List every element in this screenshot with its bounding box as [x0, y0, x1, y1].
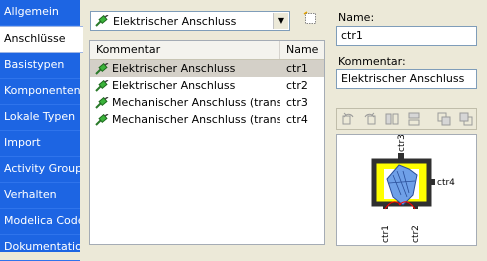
component-diagram: ctr3 ctr4 ctr1 ctr2 [371, 134, 455, 243]
comment-field[interactable]: Elektrischer Anschluss [336, 69, 477, 89]
sidebar-item-import[interactable]: Import [0, 131, 80, 157]
port-label-ctr1: ctr1 [381, 225, 391, 243]
sidebar-item-verhalten[interactable]: Verhalten [0, 183, 80, 209]
sidebar-nav: Allgemein Anschlüsse Basistypen Komponen… [0, 0, 83, 261]
rotate-right-icon[interactable] [362, 111, 378, 127]
component-preview: ctr3 ctr4 ctr1 ctr2 [336, 134, 477, 246]
port-ctr3[interactable] [398, 153, 404, 161]
new-item-icon [303, 11, 316, 24]
name-label: Name: [338, 11, 375, 24]
bring-front-icon[interactable] [436, 111, 452, 127]
connector-table: Kommentar Name Elektrischer Anschluss ct… [89, 40, 325, 245]
table-row[interactable]: Mechanischer Anschluss (transl... ctr3 [90, 94, 324, 111]
table-header: Kommentar Name [90, 41, 324, 60]
sidebar-item-komponenten[interactable]: Komponenten [0, 79, 80, 105]
column-header-kommentar[interactable]: Kommentar [90, 41, 280, 59]
port-label-ctr2: ctr2 [411, 225, 421, 243]
row-name: ctr1 [286, 62, 308, 75]
row-comment: Mechanischer Anschluss (transl... [112, 96, 280, 109]
sidebar-item-lokale-typen[interactable]: Lokale Typen [0, 105, 80, 131]
table-row[interactable]: Elektrischer Anschluss ctr2 [90, 77, 324, 94]
table-row[interactable]: Elektrischer Anschluss ctr1 [90, 60, 324, 77]
flip-horizontal-icon[interactable] [384, 111, 400, 127]
sidebar-item-modelica-code[interactable]: Modelica Code [0, 209, 80, 235]
connector-type-select[interactable]: Elektrischer Anschluss ▼ [90, 11, 290, 31]
port-ctr4[interactable] [429, 179, 435, 185]
port-label-ctr4: ctr4 [437, 178, 455, 188]
row-name: ctr2 [286, 79, 308, 92]
table-row[interactable]: Mechanischer Anschluss (transl... ctr4 [90, 111, 324, 128]
row-name: ctr4 [286, 113, 308, 126]
name-field[interactable]: ctr1 [336, 26, 477, 46]
flip-vertical-icon[interactable] [406, 111, 422, 127]
row-name: ctr3 [286, 96, 308, 109]
sidebar-item-dokumentation[interactable]: Dokumentation [0, 235, 80, 261]
sidebar-item-anschluesse[interactable]: Anschlüsse [0, 26, 83, 53]
new-connector-button[interactable] [300, 11, 320, 31]
connector-type-value: Elektrischer Anschluss [113, 15, 237, 28]
sidebar-item-basistypen[interactable]: Basistypen [0, 53, 80, 79]
chevron-down-icon[interactable]: ▼ [273, 13, 288, 29]
row-comment: Elektrischer Anschluss [112, 79, 236, 92]
mechanical-connector-icon [95, 113, 109, 131]
sidebar-item-allgemein[interactable]: Allgemein [0, 0, 80, 26]
port-label-ctr3: ctr3 [397, 135, 407, 152]
comment-label: Kommentar: [338, 55, 406, 68]
send-back-icon[interactable] [458, 111, 474, 127]
electrical-connector-icon [95, 14, 109, 30]
column-header-name[interactable]: Name [280, 41, 324, 59]
rotate-left-icon[interactable] [340, 111, 356, 127]
row-comment: Mechanischer Anschluss (transl... [112, 113, 280, 126]
row-comment: Elektrischer Anschluss [112, 62, 236, 75]
transform-toolbar [336, 108, 477, 130]
sidebar-item-activity-groups[interactable]: Activity Groups [0, 157, 80, 183]
